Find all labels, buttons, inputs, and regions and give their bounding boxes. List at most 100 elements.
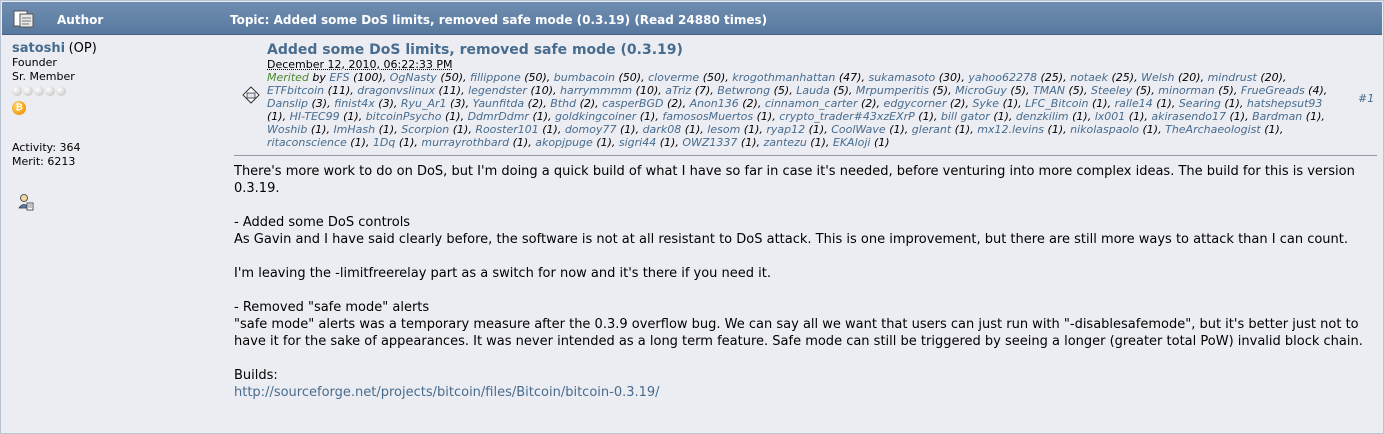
star-icon bbox=[56, 86, 66, 96]
merit-user-link[interactable]: Bthd bbox=[550, 97, 576, 110]
profile-icon[interactable] bbox=[18, 193, 34, 211]
merit-user-link[interactable]: krogothmanhattan bbox=[732, 71, 835, 84]
merited-by-text: by bbox=[312, 71, 326, 84]
merit-user-link[interactable]: CoolWave bbox=[831, 123, 886, 136]
merit-user-link[interactable]: Rooster101 bbox=[475, 123, 538, 136]
merit-user-link[interactable]: MicroGuy bbox=[955, 84, 1007, 97]
merit-user-link[interactable]: lx001 bbox=[1095, 110, 1126, 123]
merit-amount: (1), bbox=[542, 123, 562, 136]
merit-user-link[interactable]: 1Dq bbox=[373, 136, 395, 149]
merit-user-link[interactable]: Steeley bbox=[1091, 84, 1132, 97]
merit-amount: (50), bbox=[524, 71, 551, 84]
merit-user-link[interactable]: Ryu_Ar1 bbox=[401, 97, 447, 110]
merit-user-link[interactable]: lesom bbox=[707, 123, 740, 136]
merit-amount: (1), bbox=[740, 136, 760, 149]
merit-user-link[interactable]: ritaconscience bbox=[267, 136, 347, 149]
merit-user-link[interactable]: bumbacoin bbox=[554, 71, 615, 84]
merit-user-link[interactable]: Lauda bbox=[796, 84, 830, 97]
merit-user-link[interactable]: ralle14 bbox=[1115, 97, 1153, 110]
merit-user-link[interactable]: OWZ1337 bbox=[682, 136, 737, 149]
post-number-link[interactable]: #1 bbox=[1358, 92, 1374, 105]
merit-user-link[interactable]: fillippone bbox=[470, 71, 521, 84]
merit-user-link[interactable]: LFC_Bitcoin bbox=[1025, 97, 1088, 110]
merit-user-link[interactable]: ImHash bbox=[333, 123, 375, 136]
merit-user-link[interactable]: Syke bbox=[972, 97, 999, 110]
merit-user-link[interactable]: sigri44 bbox=[619, 136, 656, 149]
merit-user-link[interactable]: OgNasty bbox=[390, 71, 437, 84]
merit-user-link[interactable]: murrayrothbard bbox=[421, 136, 509, 149]
poster-username-link[interactable]: satoshi bbox=[12, 41, 65, 56]
merit-user-link[interactable]: zantezu bbox=[763, 136, 806, 149]
merit-amount: (5), bbox=[833, 84, 853, 97]
merit-user-link[interactable]: dark08 bbox=[643, 123, 682, 136]
post-subject-link[interactable]: Added some DoS limits, removed safe mode… bbox=[267, 42, 683, 58]
merit-user-link[interactable]: Anon136 bbox=[690, 97, 739, 110]
merit-amount: (10), bbox=[635, 84, 662, 97]
merit-user-link[interactable]: minorman bbox=[1158, 84, 1214, 97]
merit-user-link[interactable]: DdmrDdmr bbox=[468, 110, 529, 123]
message-icon bbox=[242, 86, 260, 104]
merit-user-link[interactable]: goldkingcoiner bbox=[555, 110, 636, 123]
merit-amount: (2), bbox=[666, 97, 687, 110]
merit-user-link[interactable]: TheArchaeologist bbox=[1165, 123, 1261, 136]
merit-user-link[interactable]: EKAloji bbox=[833, 136, 871, 149]
merit-user-link[interactable]: HI-TEC99 bbox=[290, 110, 340, 123]
merit-user-link[interactable]: cinnamon_carter bbox=[765, 97, 858, 110]
merit-amount: (1), bbox=[343, 110, 363, 123]
merit-user-link[interactable]: yahoo62278 bbox=[968, 71, 1037, 84]
merit-user-link[interactable]: glerant bbox=[912, 123, 951, 136]
merit-user-link[interactable]: legendster bbox=[468, 84, 527, 97]
merit-user-link[interactable]: akirasendo17 bbox=[1151, 110, 1226, 123]
merit-user-link[interactable]: Yaunfitda bbox=[473, 97, 525, 110]
merit-user-link[interactable]: harrymmmm bbox=[560, 84, 632, 97]
merit-user-link[interactable]: hatshepsut93 bbox=[1247, 97, 1323, 110]
merit-user-link[interactable]: Betwrong bbox=[717, 84, 770, 97]
merit-user-link[interactable]: akopjpuge bbox=[535, 136, 593, 149]
merit-user-link[interactable]: notaek bbox=[1070, 71, 1108, 84]
rank-stars bbox=[12, 86, 231, 98]
merit-user-link[interactable]: bill gator bbox=[941, 110, 990, 123]
merit-user-link[interactable]: famososMuertos bbox=[662, 110, 753, 123]
merit-user-link[interactable]: Searing bbox=[1179, 97, 1221, 110]
builds-link[interactable]: http://sourceforge.net/projects/bitcoin/… bbox=[234, 385, 660, 400]
merit-user-link[interactable]: Bardman bbox=[1252, 110, 1302, 123]
star-icon bbox=[45, 86, 55, 96]
merit-user-link[interactable]: domoy77 bbox=[565, 123, 617, 136]
merit-user-link[interactable]: sukamasoto bbox=[868, 71, 935, 84]
merit-user-link[interactable]: edgycorner bbox=[884, 97, 947, 110]
merit-user-link[interactable]: EFS bbox=[329, 71, 349, 84]
merit-user-link[interactable]: mindrust bbox=[1208, 71, 1257, 84]
merit-amount: (1), bbox=[596, 136, 616, 149]
merit-user-link[interactable]: Welsh bbox=[1141, 71, 1174, 84]
merit-user-link[interactable]: bitcoinPsycho bbox=[366, 110, 442, 123]
merit-amount: (1), bbox=[954, 123, 974, 136]
merit-user-link[interactable]: cloverme bbox=[648, 71, 699, 84]
merit-amount: (1), bbox=[659, 136, 679, 149]
merit-amount: (2), bbox=[949, 97, 969, 110]
post-paragraph: There's more work to do on DoS, but I'm … bbox=[234, 164, 1355, 196]
post-body: There's more work to do on DoS, but I'm … bbox=[234, 163, 1377, 401]
merit-user-link[interactable]: Danslip bbox=[267, 97, 308, 110]
merit-user-link[interactable]: Woshib bbox=[267, 123, 307, 136]
merit-user-link[interactable]: casperBGD bbox=[602, 97, 663, 110]
merit-user-link[interactable]: FrueGreads bbox=[1241, 84, 1305, 97]
merit-amount: (4), bbox=[1308, 84, 1328, 97]
merited-label[interactable]: Merited bbox=[267, 71, 309, 84]
merit-user-link[interactable]: aTriz bbox=[665, 84, 691, 97]
merit-user-link[interactable]: ryap12 bbox=[766, 123, 805, 136]
merit-user-link[interactable]: TMAN bbox=[1033, 84, 1065, 97]
merit-user-link[interactable]: crypto_trader#43xzEXrP bbox=[779, 110, 915, 123]
merit-user-link[interactable]: denzkilim bbox=[1016, 110, 1069, 123]
merit-amount: (1), bbox=[512, 136, 532, 149]
merit-amount: (2), bbox=[527, 97, 547, 110]
merit-user-link[interactable]: Scorpion bbox=[401, 123, 449, 136]
merit-user-link[interactable]: nikolaspaolo bbox=[1070, 123, 1139, 136]
merit-user-link[interactable]: ETFbitcoin bbox=[267, 84, 324, 97]
merit-user-link[interactable]: finist4x bbox=[334, 97, 375, 110]
merit-amount: (5), bbox=[1135, 84, 1155, 97]
merit-user-link[interactable]: dragonvslinux bbox=[357, 84, 435, 97]
merit-user-link[interactable]: mx12.levins bbox=[977, 123, 1044, 136]
poster-activity: Activity: 364 bbox=[12, 141, 81, 154]
merit-amount: (5), bbox=[1010, 84, 1030, 97]
merit-user-link[interactable]: Mrpumperitis bbox=[856, 84, 929, 97]
